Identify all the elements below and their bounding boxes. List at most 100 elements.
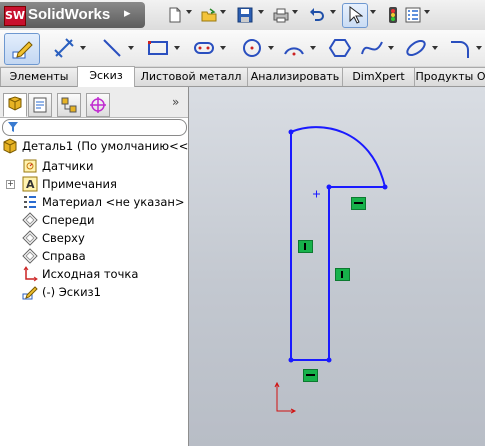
sketch-point[interactable]: [326, 357, 332, 363]
tree-item-part[interactable]: Деталь1 (По умолчанию<<П: [0, 137, 197, 155]
sketch-point[interactable]: [382, 184, 388, 190]
select-dropdown-arrow[interactable]: [370, 10, 376, 14]
tree-item-label: Спереди: [42, 213, 95, 227]
tree-item-front-plane[interactable]: Спереди: [0, 211, 188, 229]
select-arrow-icon: [349, 6, 363, 24]
solidworks-menu-button[interactable]: SW SolidWorks ▸: [0, 2, 145, 28]
configuration-manager-icon: [61, 97, 77, 113]
fillet-dropdown-arrow[interactable]: [476, 46, 482, 50]
solidworks-window: SW SolidWorks ▸ Элементы Эскиз Листовой …: [0, 0, 485, 446]
tree-item-label: Справа: [42, 249, 86, 263]
print-icon[interactable]: [272, 6, 290, 24]
sketch-button[interactable]: [4, 33, 40, 65]
origin-icon: [23, 266, 38, 282]
arc-dropdown-arrow[interactable]: [310, 46, 316, 50]
tab-features[interactable]: Элементы: [0, 67, 78, 86]
vertical-relation-icon[interactable]: [335, 268, 350, 281]
dimxpert-manager-icon: [90, 97, 106, 113]
sensors-icon: [23, 159, 37, 173]
tree-item-origin[interactable]: Исходная точка: [0, 265, 188, 283]
tab-dimxpert[interactable]: DimXpert: [342, 67, 415, 86]
ellipse-dropdown-arrow[interactable]: [432, 46, 438, 50]
tree-item-label: Примечания: [42, 177, 117, 191]
circle-dropdown-arrow[interactable]: [268, 46, 274, 50]
sketch-icon: [22, 286, 38, 300]
tree-item-material[interactable]: Материал <не указан>: [0, 193, 188, 211]
plane-icon: [22, 248, 38, 264]
menu-bar: SW SolidWorks ▸: [0, 0, 485, 31]
tab-dimxpert-manager[interactable]: [86, 93, 110, 117]
cursor-crosshair: [313, 190, 320, 198]
origin-icon: [274, 381, 297, 414]
polygon-icon[interactable]: [328, 36, 352, 60]
sketch-point[interactable]: [288, 357, 294, 363]
rectangle-icon[interactable]: [146, 36, 170, 60]
open-dropdown-arrow[interactable]: [220, 10, 226, 14]
undo-dropdown-arrow[interactable]: [330, 10, 336, 14]
tree-item-label: Материал <не указан>: [42, 195, 185, 209]
tree-item-sketch1[interactable]: (-) Эскиз1: [0, 283, 188, 301]
open-folder-icon[interactable]: [200, 6, 218, 24]
tab-evaluate[interactable]: Анализировать: [247, 67, 343, 86]
smart-dimension-icon[interactable]: [52, 36, 76, 60]
tab-sheet-metal[interactable]: Листовой металл: [134, 67, 248, 86]
collapse-panel-button[interactable]: »: [172, 95, 179, 109]
rectangle-dropdown-arrow[interactable]: [174, 46, 180, 50]
graphics-area[interactable]: [189, 87, 485, 446]
spline-icon[interactable]: [360, 36, 384, 60]
sketch-point[interactable]: [326, 184, 332, 190]
tree-item-annotations[interactable]: + A Примечания: [0, 175, 188, 193]
command-manager-tabs: Элементы Эскиз Листовой металл Анализиро…: [0, 66, 485, 87]
circle-icon[interactable]: [240, 36, 264, 60]
tab-feature-tree[interactable]: [3, 93, 27, 117]
svg-text:A: A: [26, 178, 35, 191]
ellipse-icon[interactable]: [404, 36, 428, 60]
tab-sketch[interactable]: Эскиз: [77, 66, 135, 87]
line-dropdown-arrow[interactable]: [128, 46, 134, 50]
tree-item-right-plane[interactable]: Справа: [0, 247, 188, 265]
tree-filter-field[interactable]: [2, 119, 187, 136]
material-icon: [24, 196, 36, 208]
expand-toggle[interactable]: +: [6, 180, 15, 189]
feature-manager-tabs: »: [0, 87, 188, 118]
spline-dropdown-arrow[interactable]: [388, 46, 394, 50]
line-icon[interactable]: [100, 36, 124, 60]
dimension-dropdown-arrow[interactable]: [80, 46, 86, 50]
tab-products[interactable]: Продукты O: [414, 67, 485, 86]
save-dropdown-arrow[interactable]: [258, 10, 264, 14]
horizontal-relation-icon[interactable]: [351, 197, 366, 210]
tree-item-label: Сверху: [42, 231, 85, 245]
traffic-light-icon[interactable]: [384, 6, 402, 24]
sketch-pencil-icon: [12, 41, 33, 59]
app-name: SolidWorks: [28, 6, 111, 23]
vertical-relation-icon[interactable]: [298, 240, 313, 253]
sketch-point[interactable]: [288, 129, 294, 135]
undo-icon[interactable]: [308, 6, 326, 24]
tab-configuration-manager[interactable]: [57, 93, 81, 117]
tree-item-label: Датчики: [42, 159, 94, 173]
part-icon: [3, 138, 17, 154]
tree-item-label: Деталь1 (По умолчанию<<П: [22, 139, 198, 153]
feature-manager-panel: » Деталь1 (По умолчанию<<П Датчики + A П…: [0, 87, 197, 446]
horizontal-relation-icon[interactable]: [303, 369, 318, 382]
sketch-toolbar: [0, 30, 485, 67]
plane-icon: [22, 212, 38, 228]
slot-dropdown-arrow[interactable]: [220, 46, 226, 50]
slot-icon[interactable]: [192, 36, 216, 60]
select-button[interactable]: [342, 3, 368, 28]
print-dropdown-arrow[interactable]: [292, 10, 298, 14]
options-dropdown-arrow[interactable]: [424, 10, 430, 14]
tree-item-top-plane[interactable]: Сверху: [0, 229, 188, 247]
new-dropdown-arrow[interactable]: [186, 10, 192, 14]
new-document-icon[interactable]: [166, 6, 184, 24]
fillet-icon[interactable]: [448, 36, 472, 60]
tree-item-sensors[interactable]: Датчики: [0, 157, 188, 175]
menu-arrow-icon[interactable]: ▸: [124, 6, 131, 21]
feature-tree-icon: [8, 96, 22, 111]
arc-icon[interactable]: [282, 36, 306, 60]
tab-property-manager[interactable]: [28, 93, 52, 117]
options-list-icon[interactable]: [404, 6, 422, 24]
save-icon[interactable]: [236, 6, 254, 24]
sketch-canvas[interactable]: [189, 87, 485, 446]
annotations-icon: A: [22, 176, 38, 192]
